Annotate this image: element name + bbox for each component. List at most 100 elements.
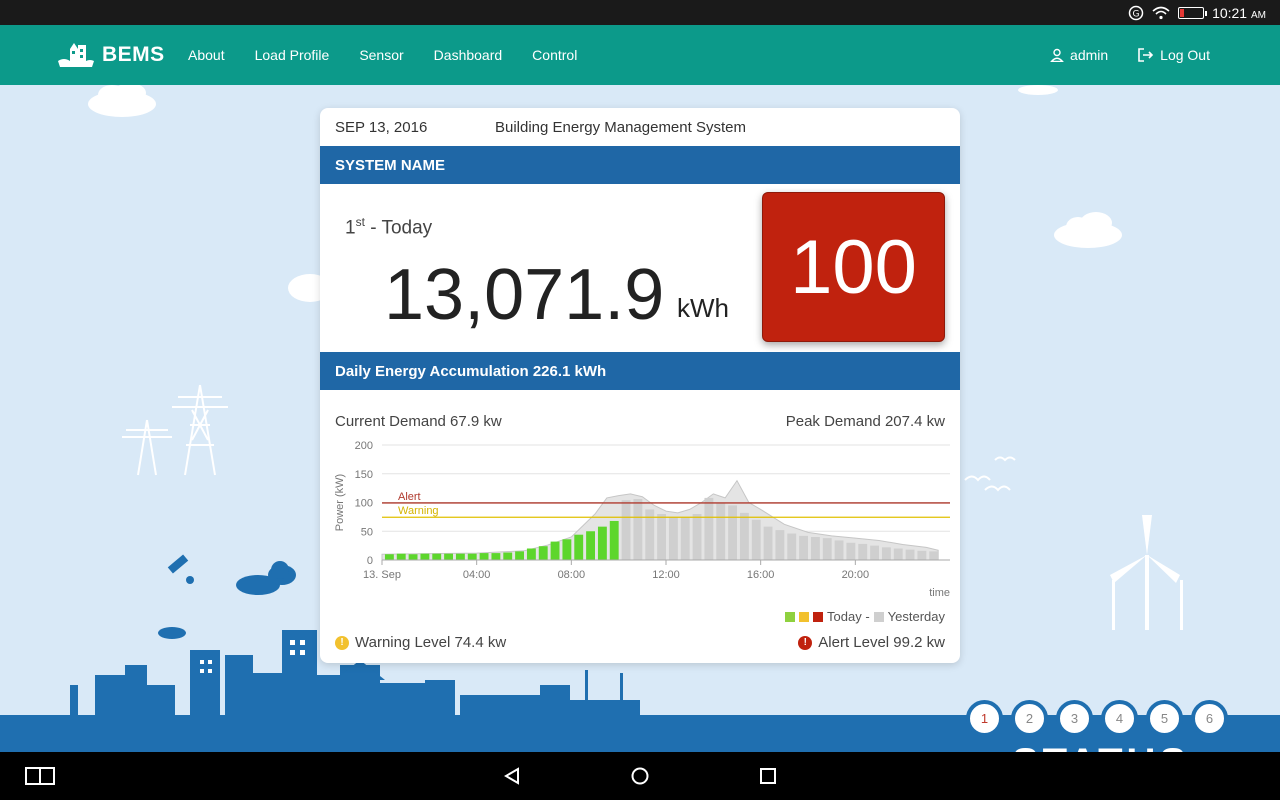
yesterday-bar (692, 514, 702, 560)
today-bar (455, 553, 465, 560)
x-tick-label: 04:00 (463, 569, 491, 581)
score-box: 100 (762, 192, 945, 342)
chart-legend: Today - Yesterday (785, 609, 945, 624)
energy-unit: kWh (677, 293, 729, 323)
power-chart: 0 50 100 150 200 Power (kW) Alert Warning 13. Se… (334, 440, 950, 599)
nav-control[interactable]: Control (532, 47, 577, 63)
today-bar (432, 553, 442, 560)
current-demand: Current Demand 67.9 kw (335, 413, 502, 430)
y-tick-label: 50 (361, 526, 373, 538)
page-3-button[interactable]: 3 (1056, 700, 1093, 737)
wifi-icon (1152, 6, 1170, 19)
bird-icon (964, 456, 1016, 492)
x-tick-label: 13. Sep (363, 569, 401, 581)
nav-load-profile[interactable]: Load Profile (255, 47, 330, 63)
x-tick-label: 12:00 (652, 569, 680, 581)
sync-icon: G (1128, 5, 1144, 20)
today-bar (574, 534, 584, 560)
yesterday-bar (728, 505, 737, 560)
cloud-icon (1018, 85, 1058, 95)
x-tick-label: 16:00 (747, 569, 775, 581)
system-name-bar: SYSTEM NAME (320, 146, 960, 184)
page-2-button[interactable]: 2 (1011, 700, 1048, 737)
energy-value: 13,071.9 (384, 255, 665, 335)
today-bar (396, 553, 406, 560)
yesterday-bar (775, 530, 785, 560)
x-tick-label: 08:00 (558, 569, 586, 581)
nav-links: About Load Profile Sensor Dashboard Cont… (188, 25, 577, 85)
back-icon[interactable] (503, 767, 521, 785)
yesterday-bar (763, 526, 773, 560)
yesterday-bar (810, 537, 820, 560)
yesterday-bar (893, 548, 903, 560)
today-bar (444, 553, 453, 560)
yesterday-bar (881, 547, 891, 560)
nav-sensor[interactable]: Sensor (359, 47, 403, 63)
x-tick-label: 20:00 (842, 569, 870, 581)
status-clock: 10:21 AM (1212, 4, 1266, 21)
legend-grey-swatch (873, 611, 884, 622)
warning-level: ! Warning Level 74.4 kw (335, 634, 506, 651)
page-4-button[interactable]: 4 (1101, 700, 1138, 737)
alert-level: ! Alert Level 99.2 kw (798, 634, 945, 651)
today-bar (503, 552, 513, 560)
yesterday-bar (787, 533, 797, 560)
nav-right: admin Log Out (1050, 25, 1210, 85)
cloud-icon (88, 85, 156, 117)
top-navbar: BEMS About Load Profile Sensor Dashboard… (0, 25, 1280, 85)
today-bar (408, 554, 418, 560)
today-bar (586, 531, 595, 560)
legend-today: Today - (827, 609, 870, 624)
page-5-button[interactable]: 5 (1146, 700, 1183, 737)
today-bar (597, 526, 607, 560)
page-1-button[interactable]: 1 (966, 700, 1003, 737)
legend-green-swatch (785, 611, 796, 622)
y-axis-label: Power (kW) (334, 474, 346, 531)
cloud-icon (1054, 212, 1122, 248)
svg-text:G: G (1133, 9, 1140, 19)
recents-icon[interactable] (759, 767, 777, 785)
logout-icon (1138, 48, 1154, 62)
user-menu[interactable]: admin (1050, 47, 1108, 63)
warning-icon: ! (335, 635, 349, 650)
bems-logo[interactable]: BEMS (56, 39, 165, 71)
nav-dashboard[interactable]: Dashboard (434, 47, 503, 63)
home-icon[interactable] (630, 766, 650, 786)
yesterday-bar (668, 517, 678, 560)
y-tick-label: 150 (355, 469, 373, 481)
warning-line-label: Warning (398, 505, 439, 517)
today-bar (515, 551, 524, 560)
sun-icon (271, 561, 289, 579)
energy-card: SEP 13, 2016 Building Energy Management … (320, 108, 960, 663)
y-tick-label: 0 (367, 555, 373, 567)
yesterday-bar (751, 519, 761, 560)
today-bar (420, 553, 430, 560)
y-tick-label: 100 (355, 498, 373, 510)
logout-button[interactable]: Log Out (1138, 47, 1210, 63)
page-6-button[interactable]: 6 (1191, 700, 1228, 737)
yesterday-bar (739, 512, 749, 560)
yesterday-bar (716, 502, 726, 560)
user-icon (1050, 48, 1064, 62)
brand-name: BEMS (102, 43, 165, 66)
logout-label: Log Out (1160, 47, 1210, 63)
status-bar: G 10:21 AM (0, 0, 1280, 25)
nav-about[interactable]: About (188, 47, 225, 63)
yesterday-bar (858, 543, 868, 560)
yesterday-bar (834, 540, 844, 560)
yesterday-bar (657, 514, 666, 560)
yesterday-bar (870, 545, 879, 560)
building-logo-icon (58, 43, 94, 67)
report-date: SEP 13, 2016 (335, 118, 428, 136)
yesterday-bar (799, 535, 808, 560)
system-navigation-bar (0, 752, 1280, 800)
today-bar (538, 546, 548, 560)
alert-line-label: Alert (398, 491, 421, 503)
multiwindow-icon[interactable] (25, 767, 55, 785)
status-word: STATUS (1012, 739, 1212, 752)
yesterday-bar (680, 517, 690, 560)
today-bar (550, 541, 560, 560)
rank-label: 1st - Today (345, 215, 433, 239)
y-tick-label: 200 (355, 440, 373, 452)
card-subtitle: Building Energy Management System (495, 118, 746, 136)
